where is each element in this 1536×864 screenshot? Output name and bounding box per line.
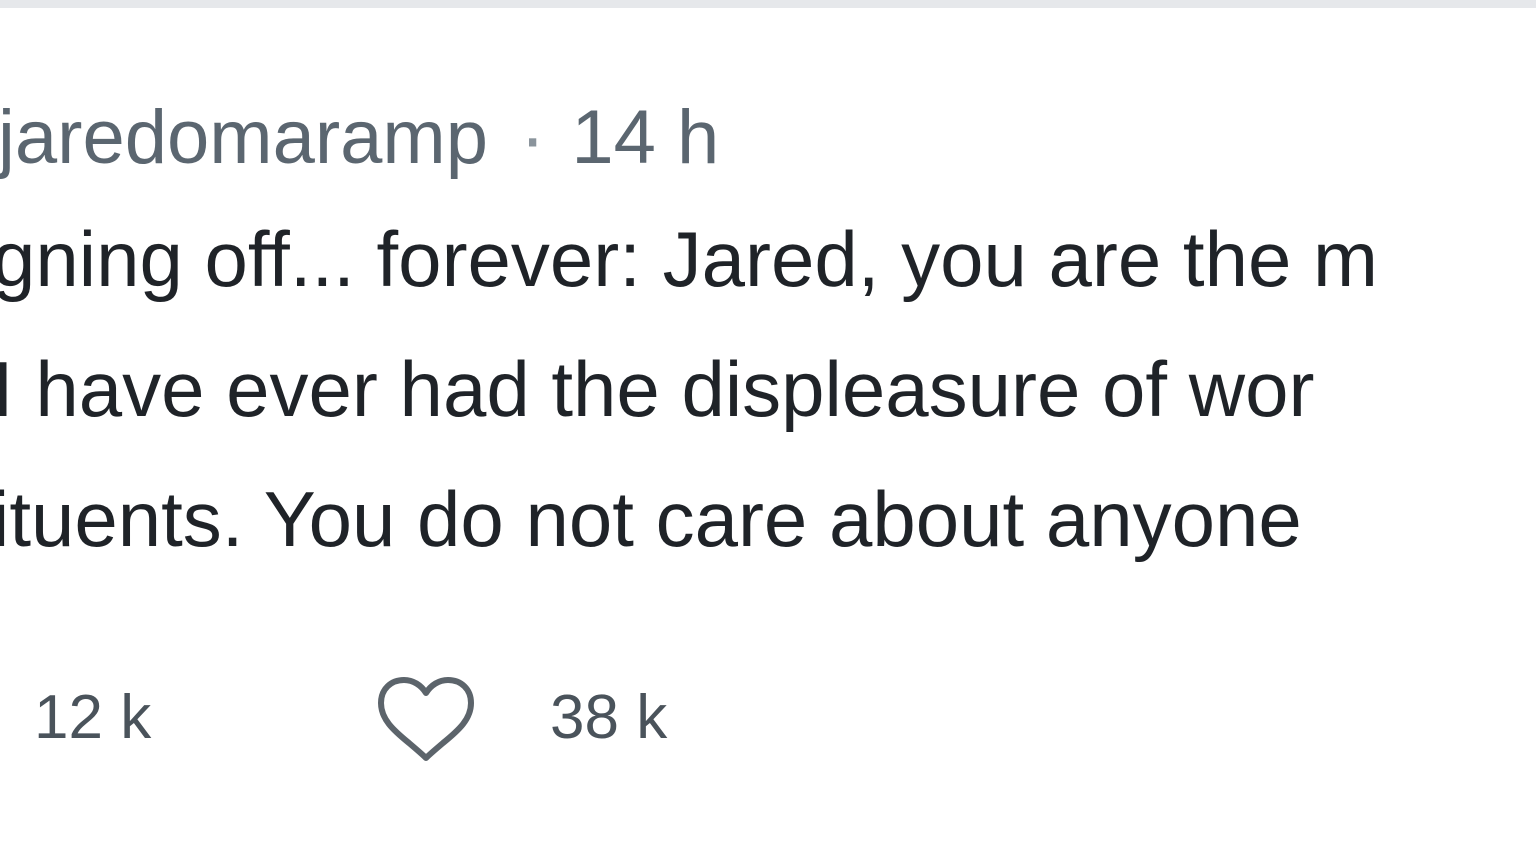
- tweet-page: jaredomaramp · 14 h gning off... forever…: [0, 0, 1536, 864]
- tweet-body-line-2: I have ever had the displeasure of wor: [0, 345, 1315, 433]
- tweet-card[interactable]: jaredomaramp · 14 h gning off... forever…: [0, 8, 1536, 864]
- tweet-body-line-3: ituents. You do not care about anyone: [0, 475, 1302, 563]
- top-divider: [0, 0, 1536, 8]
- heart-icon: [378, 677, 474, 761]
- tweet-handle[interactable]: jaredomaramp: [0, 94, 488, 181]
- like-button[interactable]: [368, 668, 484, 772]
- tweet-header: jaredomaramp · 14 h: [0, 92, 719, 182]
- like-count: 38 k: [550, 683, 668, 752]
- tweet-actions: 12 k 38 k: [0, 658, 1536, 778]
- tweet-body-line-1: gning off... forever: Jared, you are the…: [0, 215, 1378, 303]
- retweet-count: 12 k: [34, 683, 152, 752]
- header-separator: ·: [520, 94, 546, 180]
- tweet-timestamp[interactable]: 14 h: [571, 94, 719, 181]
